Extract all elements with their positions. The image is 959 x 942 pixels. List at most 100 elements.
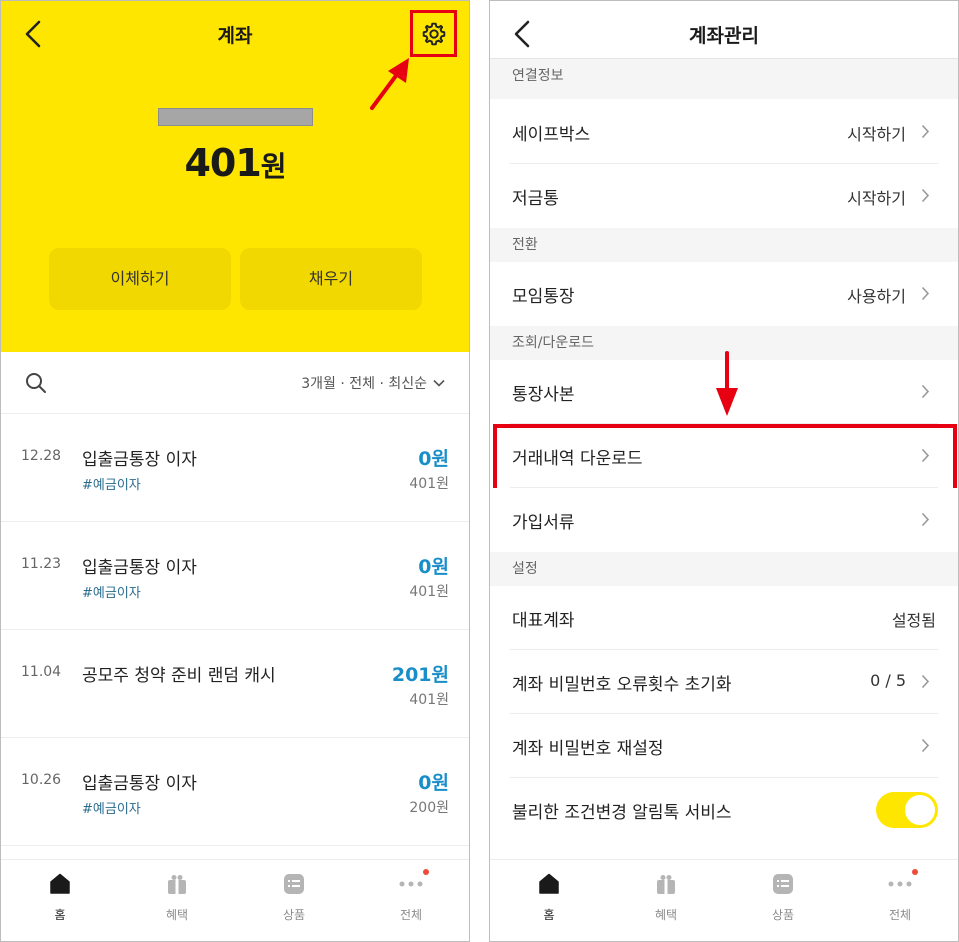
row-label: 가입서류 [512, 513, 575, 533]
row-label: 모임통장 [512, 287, 575, 307]
search-icon[interactable] [25, 372, 47, 394]
chevron-right-icon [921, 384, 930, 399]
row-piggy-bank[interactable]: 저금통 시작하기 [490, 164, 958, 228]
chevron-right-icon [921, 674, 930, 689]
notification-dot [423, 869, 429, 875]
filter-dropdown[interactable]: 3개월 · 전체 · 최신순 [301, 373, 445, 393]
home-icon [539, 873, 559, 894]
nav-products[interactable]: 상품 [254, 872, 334, 923]
row-value: 시작하기 [847, 125, 906, 144]
transaction-balance: 401원 [409, 476, 449, 492]
account-number-redacted [158, 108, 313, 126]
nav-benefits-label: 혜택 [654, 908, 678, 922]
row-group-account[interactable]: 모임통장 사용하기 [490, 262, 958, 326]
row-representative-account[interactable]: 대표계좌 설정됨 [490, 586, 958, 650]
transaction-row[interactable]: 11.04 공모주 청약 준비 랜덤 캐시 201원 401원 [1, 630, 469, 738]
row-value: 설정됨 [891, 611, 936, 630]
nav-all[interactable]: 전체 [371, 869, 451, 923]
row-label: 대표계좌 [512, 611, 575, 631]
bottom-nav: 홈 혜택 상품 전체 [1, 859, 469, 941]
account-screen: 계좌 401원 이체하기 채우기 3개월 · 전체 · 최신순 12.28 입출… [0, 0, 470, 942]
transaction-date: 11.04 [21, 664, 62, 680]
nav-all[interactable]: 전체 [860, 869, 940, 923]
settings-button[interactable] [410, 10, 457, 57]
chevron-right-icon [921, 738, 930, 753]
section-header: 전환 [490, 228, 958, 262]
account-management-screen: 계좌관리 연결정보 세이프박스 시작하기 저금통 시작하기 전환 모임통장 사용… [489, 0, 959, 942]
row-label: 저금통 [512, 189, 559, 209]
chevron-right-icon [921, 188, 930, 203]
chevron-right-icon [921, 124, 930, 139]
transaction-title: 입출금통장 이자 [82, 450, 197, 470]
home-icon [50, 873, 70, 894]
chevron-right-icon [921, 512, 930, 527]
nav-home-label: 홈 [543, 908, 555, 922]
filter-label: 3개월 · 전체 · 최신순 [301, 376, 427, 392]
transaction-balance: 401원 [409, 584, 449, 600]
transaction-date: 12.28 [21, 448, 62, 464]
products-icon [284, 874, 304, 894]
bottom-nav: 홈 혜택 상품 전체 [490, 859, 958, 941]
header: 계좌관리 [490, 1, 958, 59]
transaction-amount: 201원 [391, 664, 449, 686]
annotation-arrow [370, 58, 409, 110]
row-value: 0 / 5 [870, 671, 906, 690]
row-value: 사용하기 [847, 287, 906, 306]
transaction-amount: 0원 [418, 448, 449, 470]
row-label: 계좌 비밀번호 재설정 [512, 739, 664, 759]
transaction-tag: #예금이자 [82, 478, 141, 493]
transaction-tag: #예금이자 [82, 802, 141, 817]
gear-icon [422, 22, 445, 45]
nav-all-label: 전체 [888, 908, 912, 922]
nav-products[interactable]: 상품 [743, 872, 823, 923]
transaction-row[interactable]: 11.23 입출금통장 이자 #예금이자 0원 401원 [1, 522, 469, 630]
balance-amount: 401원 [184, 141, 286, 185]
gift-icon [657, 875, 675, 894]
alert-toggle[interactable] [876, 792, 938, 828]
nav-home[interactable]: 홈 [509, 872, 589, 923]
page-title: 계좌 [217, 25, 253, 47]
annotation-arrow [716, 351, 738, 416]
transaction-title: 공모주 청약 준비 랜덤 캐시 [82, 666, 276, 686]
gift-icon [168, 875, 186, 894]
filter-bar: 3개월 · 전체 · 최신순 [1, 352, 469, 414]
page-title: 계좌관리 [689, 25, 759, 47]
highlight-box [493, 424, 957, 492]
transaction-balance: 401원 [409, 692, 449, 708]
nav-benefits[interactable]: 혜택 [137, 872, 217, 923]
transaction-row[interactable]: 10.26 입출금통장 이자 #예금이자 0원 200원 [1, 738, 469, 846]
row-label: 불리한 조건변경 알림톡 서비스 [512, 803, 732, 823]
row-safebox[interactable]: 세이프박스 시작하기 [490, 100, 958, 164]
nav-products-label: 상품 [771, 908, 795, 922]
section-header: 연결정보 [490, 59, 958, 99]
transaction-amount: 0원 [418, 772, 449, 794]
row-label: 계좌 비밀번호 오류횟수 초기화 [512, 675, 732, 695]
nav-benefits[interactable]: 혜택 [626, 872, 706, 923]
nav-home-label: 홈 [54, 908, 66, 922]
transaction-date: 10.26 [21, 772, 62, 788]
nav-benefits-label: 혜택 [165, 908, 189, 922]
fill-button[interactable]: 채우기 [240, 248, 422, 310]
transaction-tag: #예금이자 [82, 586, 141, 601]
transaction-date: 11.23 [21, 556, 62, 572]
row-alert-service: 불리한 조건변경 알림톡 서비스 [490, 778, 958, 842]
products-icon [773, 874, 793, 894]
account-header-panel: 계좌 401원 이체하기 채우기 [1, 1, 469, 352]
notification-dot [912, 869, 918, 875]
nav-all-label: 전체 [399, 908, 423, 922]
row-password-reset[interactable]: 계좌 비밀번호 재설정 [490, 714, 958, 778]
more-icon [399, 881, 423, 887]
more-icon [888, 881, 912, 887]
transfer-button[interactable]: 이체하기 [49, 248, 231, 310]
chevron-down-icon [433, 379, 445, 387]
row-signup-documents[interactable]: 가입서류 [490, 488, 958, 552]
row-password-error-reset[interactable]: 계좌 비밀번호 오류횟수 초기화 0 / 5 [490, 650, 958, 714]
transaction-title: 입출금통장 이자 [82, 558, 197, 578]
row-label: 통장사본 [512, 385, 575, 405]
row-value: 시작하기 [847, 189, 906, 208]
chevron-right-icon [921, 286, 930, 301]
nav-home[interactable]: 홈 [20, 872, 100, 923]
section-header: 설정 [490, 552, 958, 586]
transaction-amount: 0원 [418, 556, 449, 578]
transaction-row[interactable]: 12.28 입출금통장 이자 #예금이자 0원 401원 [1, 414, 469, 522]
